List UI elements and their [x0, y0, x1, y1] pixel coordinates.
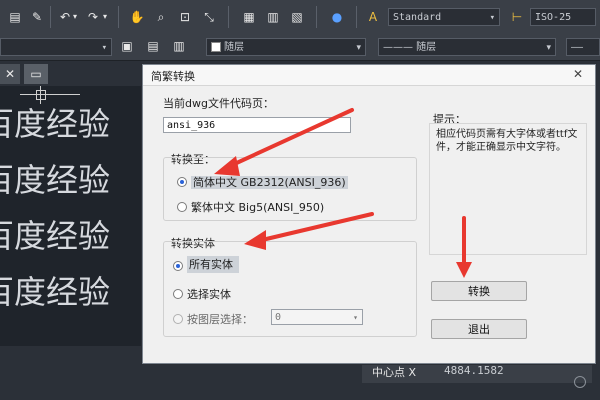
- radio-traditional[interactable]: [177, 202, 187, 212]
- convert-button-label: 转换: [468, 285, 490, 298]
- document-tab[interactable]: ▭: [24, 64, 48, 84]
- color-select[interactable]: 随层 ▾: [206, 38, 366, 56]
- zoom-window-icon[interactable]: ⊡: [176, 8, 194, 26]
- layer-select-value: 0: [275, 312, 282, 323]
- toolbar-divider: [356, 6, 357, 28]
- close-icon: ✕: [4, 67, 16, 81]
- option-traditional-label: 繁体中文 Big5(ANSI_950): [191, 201, 325, 214]
- toolbar-divider: [316, 6, 317, 28]
- current-codepage-value: ansi_936: [167, 120, 216, 131]
- crosshair-pickbox: [36, 90, 46, 100]
- open-file-icon[interactable]: ▤: [6, 8, 24, 26]
- chevron-down-icon: ▾: [353, 313, 358, 322]
- redo-dropdown-icon[interactable]: ▾: [100, 8, 110, 26]
- crosshair-horizontal: [20, 94, 80, 95]
- color-swatch: [211, 42, 221, 52]
- brush-icon[interactable]: ✎: [28, 8, 46, 26]
- chevron-down-icon: ▾: [101, 43, 107, 53]
- option-select-entities-label: 选择实体: [187, 288, 231, 301]
- close-icon[interactable]: ✕: [571, 67, 585, 81]
- radio-select-entities[interactable]: [173, 289, 183, 299]
- canvas-text-line: 百度经验: [0, 161, 111, 199]
- dimension-style-value: ISO-25: [535, 12, 572, 23]
- option-by-layer-label: 按图层选择：: [187, 313, 253, 326]
- help-globe-icon[interactable]: ●: [328, 8, 346, 26]
- layer-select[interactable]: ▾: [0, 38, 112, 56]
- properties-icon[interactable]: ▦: [240, 8, 258, 26]
- canvas-text-line: 百度经验: [0, 105, 111, 143]
- text-style-select[interactable]: Standard ▾: [388, 8, 500, 26]
- chevron-down-icon: ▾: [489, 13, 495, 23]
- text-style-icon[interactable]: A: [364, 8, 382, 26]
- linetype-select[interactable]: ——— 随层 ▾: [378, 38, 556, 56]
- pan-hand-icon[interactable]: ✋: [128, 8, 146, 26]
- toolbar-divider: [118, 6, 119, 28]
- layer-toolbar: ▾ ▣ ▤ ▥ 随层 ▾ ——— 随层 ▾ ——: [0, 34, 600, 61]
- tool-palette-icon[interactable]: ▧: [288, 8, 306, 26]
- scroll-up-icon[interactable]: [574, 376, 586, 388]
- text-style-value: Standard: [393, 12, 442, 23]
- center-x-value[interactable]: 4884.1582: [444, 364, 504, 377]
- dimension-style-select[interactable]: ISO-25: [530, 8, 596, 26]
- current-codepage-field: ansi_936: [163, 117, 351, 133]
- lineweight-select[interactable]: ——: [566, 38, 600, 56]
- lineweight-value: ——: [571, 42, 584, 53]
- radio-all-entities[interactable]: [173, 261, 183, 271]
- convert-button[interactable]: 转换: [431, 281, 527, 301]
- design-center-icon[interactable]: ▥: [264, 8, 282, 26]
- layer-state-icon[interactable]: ▣: [118, 37, 136, 55]
- zoom-icon[interactable]: ⌕: [152, 8, 170, 26]
- chevron-down-icon: ▾: [356, 43, 361, 53]
- hint-box: 相应代码页需有大字体或者ttf文件，才能正确显示中文字符。: [429, 123, 587, 255]
- cad-application-window: ▤ ✎ ↶ ▾ ↷ ▾ ✋ ⌕ ⊡ ⤡ ▦ ▥ ▧ ● A Standard ▾…: [0, 0, 600, 400]
- document-tab-bar: ✕ ▭: [0, 62, 148, 86]
- toolbar-divider: [228, 6, 229, 28]
- toolbar-divider: [50, 6, 51, 28]
- chevron-down-icon: ▾: [546, 43, 551, 53]
- color-value: 随层: [224, 42, 244, 53]
- radio-simplified[interactable]: [177, 177, 187, 187]
- main-toolbar: ▤ ✎ ↶ ▾ ↷ ▾ ✋ ⌕ ⊡ ⤡ ▦ ▥ ▧ ● A Standard ▾…: [0, 0, 600, 35]
- undo-dropdown-icon[interactable]: ▾: [70, 8, 80, 26]
- hint-text: 相应代码页需有大字体或者ttf文件，才能正确显示中文字符。: [436, 129, 578, 153]
- center-x-label: 中心点 X: [372, 366, 417, 379]
- canvas-text-line: 百度经验: [0, 217, 111, 255]
- drawing-file-icon: ▭: [30, 67, 42, 81]
- layer-manager-icon[interactable]: ▤: [144, 37, 162, 55]
- linetype-value: ——— 随层: [383, 42, 437, 53]
- exit-button-label: 退出: [468, 323, 490, 336]
- option-simplified-label: 简体中文 GB2312(ANSI_936): [191, 176, 348, 189]
- layer-select-dropdown[interactable]: 0 ▾: [271, 309, 363, 325]
- dimension-style-icon[interactable]: ⊢: [508, 8, 526, 26]
- zoom-previous-icon[interactable]: ⤡: [200, 8, 218, 26]
- current-codepage-label: 当前dwg文件代码页：: [163, 97, 274, 110]
- radio-by-layer[interactable]: [173, 314, 183, 324]
- dialog-title-bar: 简繁转换 ✕: [143, 65, 595, 86]
- exit-button[interactable]: 退出: [431, 319, 527, 339]
- drawing-canvas[interactable]: 百度经验 百度经验 百度经验 百度经验: [0, 86, 148, 346]
- traditional-simplified-dialog: 简繁转换 ✕ 当前dwg文件代码页： ansi_936 转换至： 简体中文 GB…: [142, 64, 596, 364]
- option-all-entities-label: 所有实体: [187, 256, 239, 273]
- close-tab-button[interactable]: ✕: [0, 64, 20, 84]
- dialog-title: 简繁转换: [151, 70, 195, 83]
- layer-properties-icon[interactable]: ▥: [170, 37, 188, 55]
- canvas-text-line: 百度经验: [0, 273, 111, 311]
